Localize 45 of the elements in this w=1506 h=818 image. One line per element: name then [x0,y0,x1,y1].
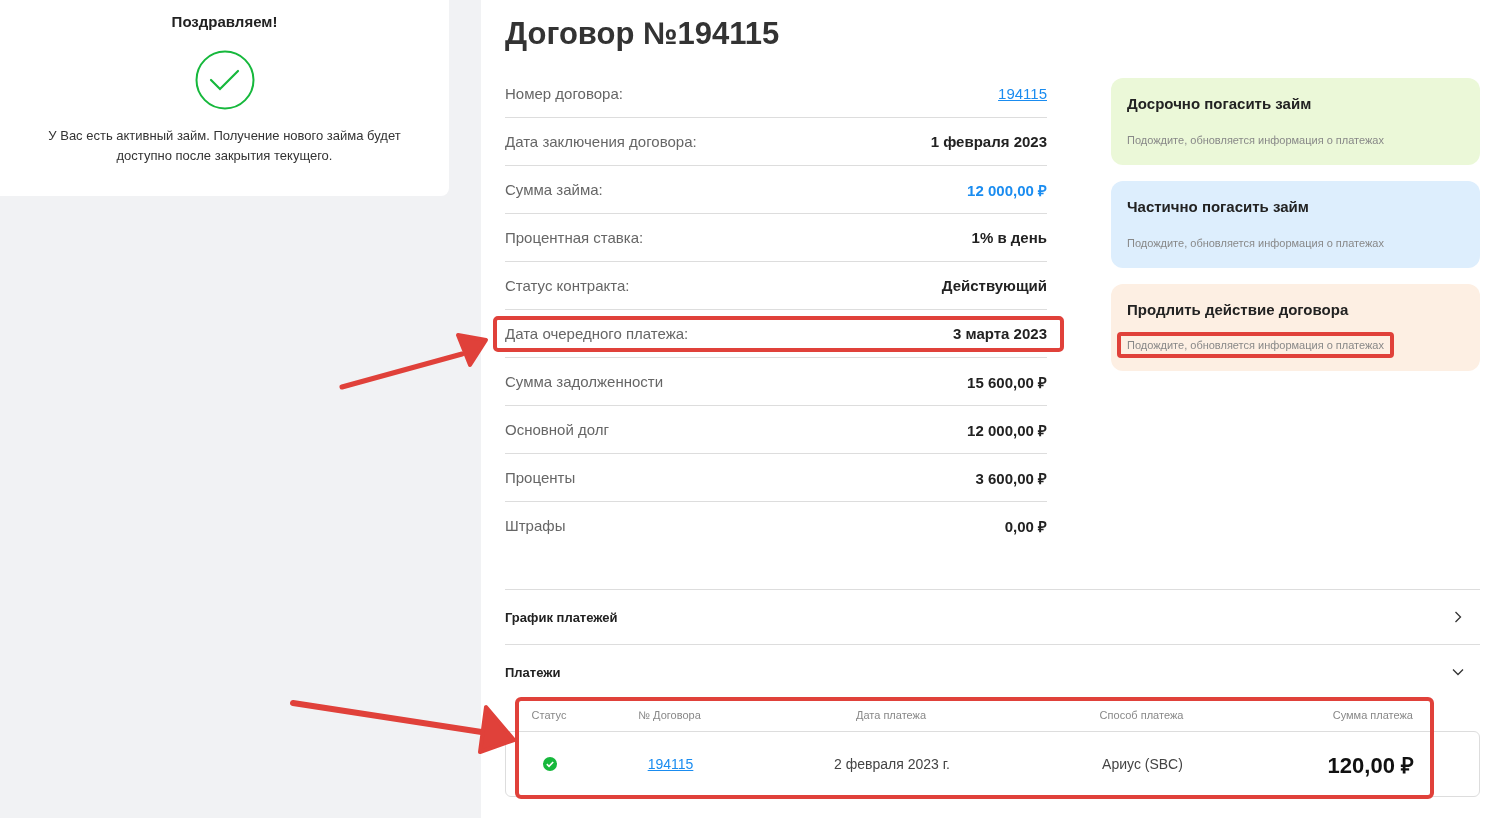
detail-label: Проценты [505,469,576,486]
detail-value: 3 марта 2023 [953,325,1047,342]
contract-link[interactable]: 194115 [647,756,694,772]
column-header: Дата платежа [854,709,928,721]
action-note: Подождите, обновляется информация о платежах [1117,332,1394,358]
check-circle-icon [194,50,255,110]
detail-label: Сумма займа: [505,181,603,198]
detail-label: Сумма задолженности [505,373,664,390]
detail-label: Номер договора: [505,85,623,102]
detail-value: 0,00 ₽ [1004,516,1047,536]
column-header: Способ платежа [1098,709,1185,721]
action-card[interactable]: Досрочно погасить займ Подождите, обновляется информация о платежах [1111,78,1480,165]
detail-value: 15 600,00 ₽ [967,372,1047,392]
payment-date: 2 февраля 2023 г. [833,756,951,772]
payment-amount: 120,00 ₽ [1326,752,1414,779]
detail-label: Штрафы [505,517,566,534]
action-note: Подождите, обновляется информация о платежах [1127,133,1384,148]
contract-title: Договор №194115 [505,16,781,52]
action-title: Частично погасить займ [1127,198,1310,215]
notice-text: У Вас есть активный займ. Получение нового займа будет доступно после закрытия текущего. [47,127,402,165]
column-header: № Договора [637,709,702,721]
notice-title: Поздравляем! [171,13,278,30]
detail-value: 3 600,00 ₽ [975,468,1047,488]
section-header[interactable]: Платежи [505,645,1480,699]
detail-value: Действующий [941,277,1047,294]
detail-value: 12 000,00 ₽ [967,180,1047,200]
detail-label: Дата заключения договора: [505,133,697,150]
action-note: Подождите, обновляется информация о платежах [1127,236,1384,251]
detail-label: Основной долг [505,421,609,438]
action-card[interactable]: Частично погасить займ Подождите, обновляется информация о платежах [1111,181,1480,268]
detail-label: Дата очередного платежа: [505,325,689,342]
action-card[interactable]: Продлить действие договора Подождите, обновляется информация о платежах [1111,284,1480,371]
section-title: Платежи [505,664,561,680]
column-header: Сумма платежа [1331,709,1413,721]
action-title: Продлить действие договора [1127,301,1350,318]
detail-value: 12 000,00 ₽ [967,420,1047,440]
detail-label: Процентная ставка: [505,229,644,246]
detail-value: 1 февраля 2023 [930,133,1047,150]
action-title: Досрочно погасить займ [1127,95,1313,112]
section-header[interactable]: График платежей [505,590,1480,644]
detail-value: 1% в день [971,229,1047,246]
section-title: График платежей [505,609,618,625]
payment-method: Ариус (SBC) [1101,756,1184,772]
column-header: Статус [530,709,568,721]
detail-label: Статус контракта: [505,277,630,294]
